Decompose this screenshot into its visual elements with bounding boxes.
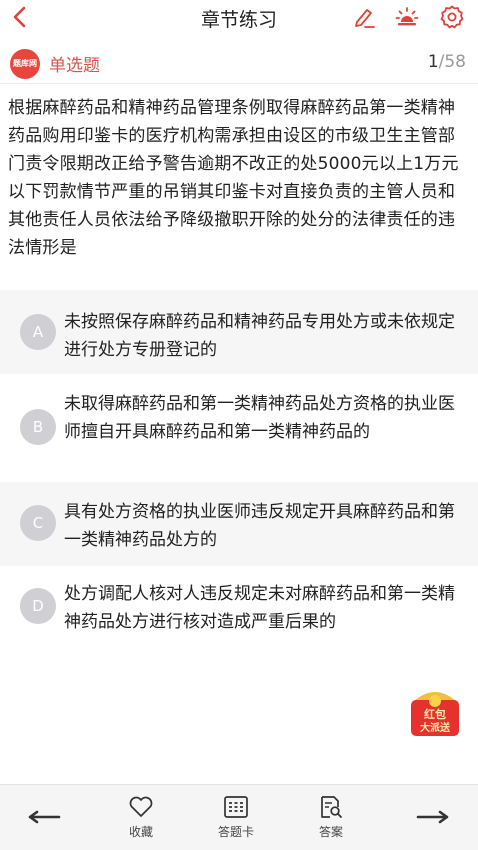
brand-logo: 题库网 [10, 49, 40, 79]
heart-icon [129, 796, 153, 817]
favorite-label: 收藏 [128, 825, 153, 839]
option-letter-badge: B [20, 409, 56, 445]
question-text: 根据麻醉药品和精神药品管理条例取得麻醉药品第一类精神药品购用印鉴卡的医疗机构需承… [8, 98, 459, 258]
progress-current: 1 [427, 52, 439, 72]
answer-button[interactable]: 答案 [301, 795, 361, 847]
option-text: 未取得麻醉药品和第一类精神药品处方资格的执业医师擅自开具麻醉药品和第一类精神药品… [64, 394, 455, 442]
document-search-icon [321, 796, 342, 818]
favorite-button[interactable]: 收藏 [111, 795, 171, 847]
edit-icon[interactable] [351, 4, 377, 30]
progress-total: /58 [438, 52, 466, 72]
promo-line2: 大派送 [420, 721, 451, 734]
option-a[interactable]: A 未按照保存麻醉药品和精神药品专用处方或未依规定进行处方专册登记的 [0, 290, 478, 374]
promo-line1: 红包 [424, 707, 446, 721]
answer-card-label: 答题卡 [217, 825, 254, 839]
answer-card-button[interactable]: 答题卡 [206, 795, 266, 847]
top-bar: 章节练习 [0, 0, 478, 36]
option-text: 未按照保存麻醉药品和精神药品专用处方或未依规定进行处方专册登记的 [64, 312, 455, 360]
question-type-row: 题库网 单选题 1/58 [0, 44, 478, 84]
option-letter-badge: D [20, 588, 56, 624]
answer-label: 答案 [318, 825, 343, 839]
settings-icon[interactable] [439, 4, 465, 30]
grid-icon [224, 796, 248, 818]
red-packet-promo-button[interactable]: 红包 大派送 [407, 684, 463, 738]
bottom-toolbar: 收藏 答题卡 答案 [0, 784, 478, 850]
option-c[interactable]: C 具有处方资格的执业医师违反规定开具麻醉药品和第一类精神药品处方的 [0, 482, 478, 566]
night-mode-icon[interactable] [394, 4, 420, 30]
option-text: 处方调配人核对人违反规定未对麻醉药品和第一类精神药品处方进行核对造成严重后果的 [64, 584, 455, 632]
option-d[interactable]: D 处方调配人核对人违反规定未对麻醉药品和第一类精神药品处方进行核对造成严重后果… [0, 566, 478, 650]
option-text: 具有处方资格的执业医师违反规定开具麻醉药品和第一类精神药品处方的 [64, 502, 455, 550]
option-letter-badge: A [20, 314, 56, 350]
next-arrow-icon[interactable] [415, 805, 451, 829]
previous-arrow-icon[interactable] [26, 805, 62, 829]
option-b[interactable]: B 未取得麻醉药品和第一类精神药品处方资格的执业医师擅自开具麻醉药品和第一类精神… [0, 374, 478, 482]
question-progress: 1/58 [428, 52, 466, 72]
option-letter-badge: C [20, 505, 56, 541]
question-type-label: 单选题 [49, 56, 100, 76]
